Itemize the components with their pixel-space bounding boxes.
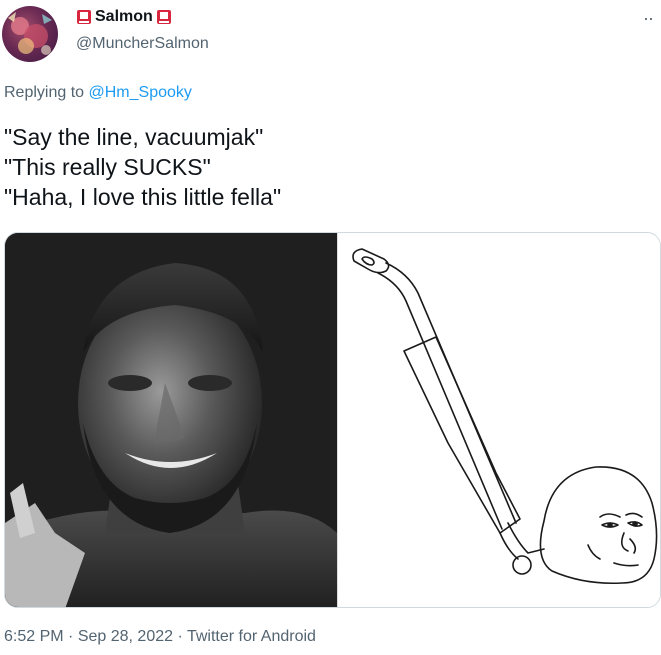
tweet-line: "Haha, I love this little fella" (4, 184, 282, 210)
flag-icon (156, 9, 172, 25)
meta-separator: · (68, 628, 74, 645)
meta-separator: · (177, 628, 183, 645)
author-name-row[interactable]: Salmon (76, 8, 172, 26)
flag-icon (76, 9, 92, 25)
tweet-text: "Say the line, vacuumjak" "This really S… (4, 122, 281, 212)
tweet-line: "This really SUCKS" (4, 154, 211, 180)
replying-to: Replying to @Hm_Spooky (4, 84, 192, 102)
tweet-line: "Say the line, vacuumjak" (4, 124, 264, 150)
gigachad-image[interactable] (5, 233, 337, 607)
tweet-source[interactable]: Twitter for Android (187, 628, 316, 645)
wojak-vacuum-drawing[interactable] (337, 233, 660, 607)
avatar[interactable] (2, 6, 58, 62)
tweet-time[interactable]: 6:52 PM (4, 628, 64, 645)
more-options-icon[interactable]: ·· (643, 8, 654, 29)
tweet-date[interactable]: Sep 28, 2022 (78, 628, 173, 645)
tweet-media[interactable] (4, 232, 661, 608)
avatar-icon (8, 12, 52, 55)
author-handle[interactable]: @MuncherSalmon (76, 35, 209, 53)
tweet-meta: 6:52 PM · Sep 28, 2022 · Twitter for And… (4, 628, 316, 646)
reply-mention-link[interactable]: @Hm_Spooky (89, 84, 192, 101)
replying-prefix: Replying to (4, 84, 85, 101)
author-display-name[interactable]: Salmon (95, 8, 153, 26)
